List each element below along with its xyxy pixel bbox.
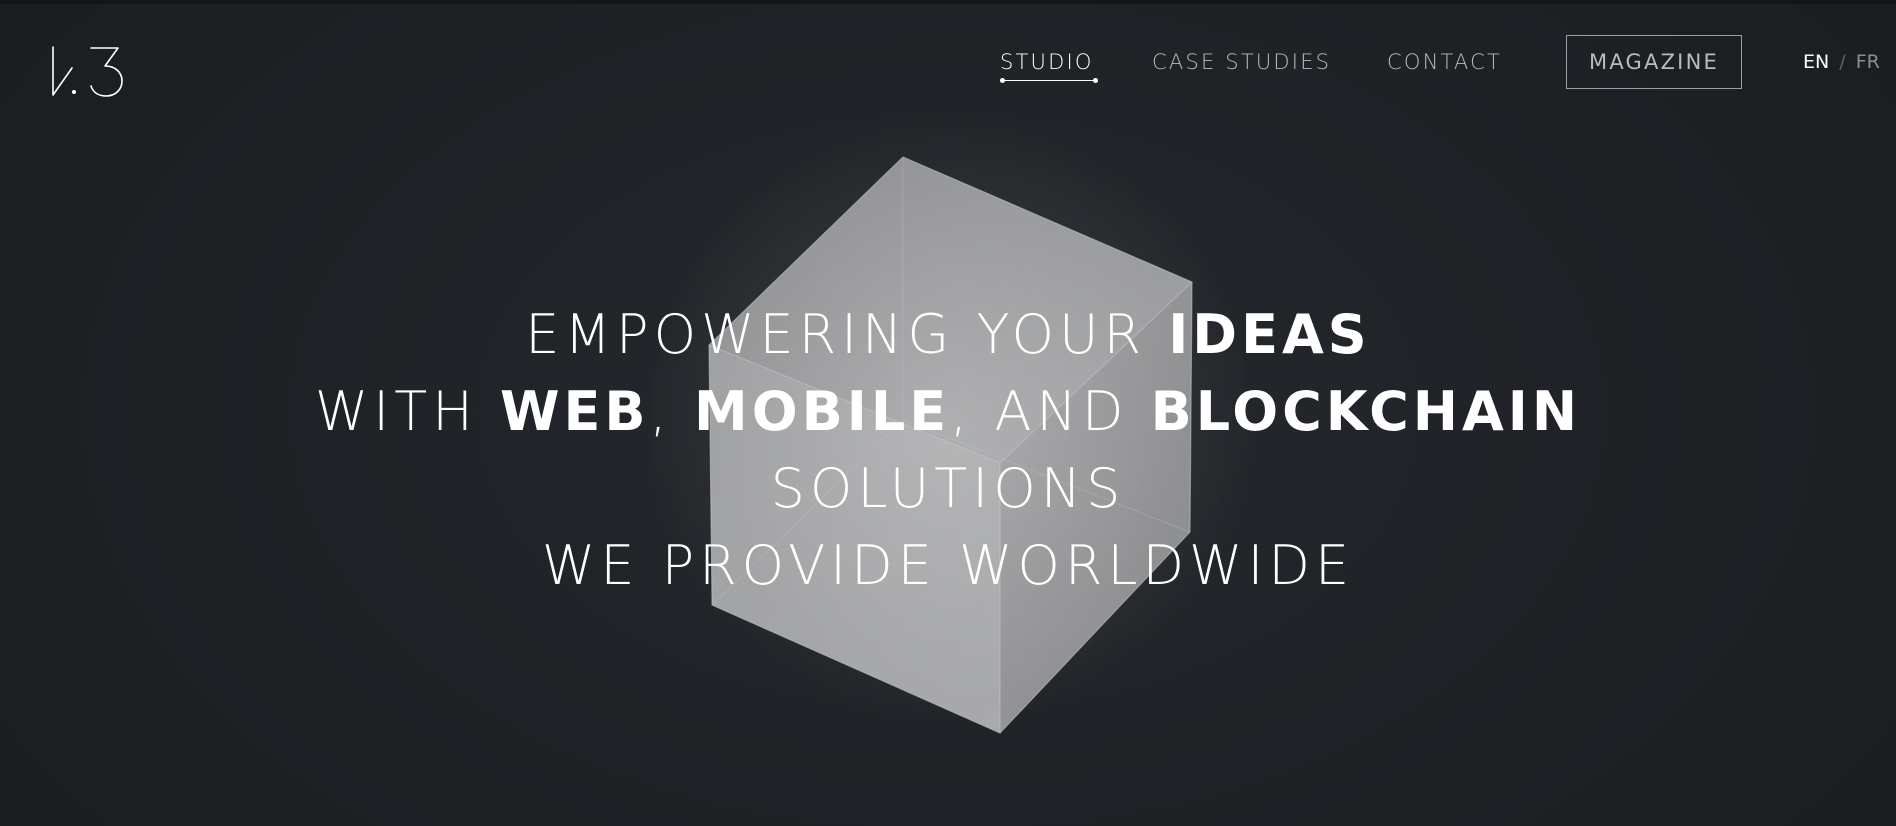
hero-line-3: SOLUTIONS [770, 457, 1126, 520]
lang-en[interactable]: EN [1803, 51, 1829, 73]
nav-case-studies-label: CASE STUDIES [1152, 50, 1332, 74]
magazine-button-label: MAGAZINE [1589, 50, 1719, 74]
nav-active-underline [1000, 78, 1098, 83]
language-switcher: EN / FR [1803, 46, 1880, 78]
magazine-button[interactable]: MAGAZINE [1566, 35, 1742, 89]
nav-case-studies[interactable]: CASE STUDIES [1152, 44, 1331, 80]
nav-studio-label: STUDIO [1000, 50, 1094, 74]
hero-line-1: EMPOWERING YOUR IDEAS [525, 303, 1371, 366]
lang-fr[interactable]: FR [1856, 51, 1880, 73]
hero-line-2: WITH WEB, MOBILE, AND BLOCKCHAIN [314, 380, 1582, 443]
hero-headline: EMPOWERING YOUR IDEAS WITH WEB, MOBILE, … [248, 296, 1648, 604]
lang-separator: / [1839, 51, 1846, 73]
hero-line-4: WE PROVIDE WORLDWIDE [541, 534, 1355, 597]
nav-studio[interactable]: STUDIO [1000, 44, 1098, 83]
w3-logo-icon[interactable] [50, 46, 124, 98]
nav-contact-label: CONTACT [1387, 50, 1502, 74]
page: STUDIO CASE STUDIES CONTACT MAGAZINE EN … [0, 0, 1896, 826]
nav-contact[interactable]: CONTACT [1387, 44, 1502, 80]
